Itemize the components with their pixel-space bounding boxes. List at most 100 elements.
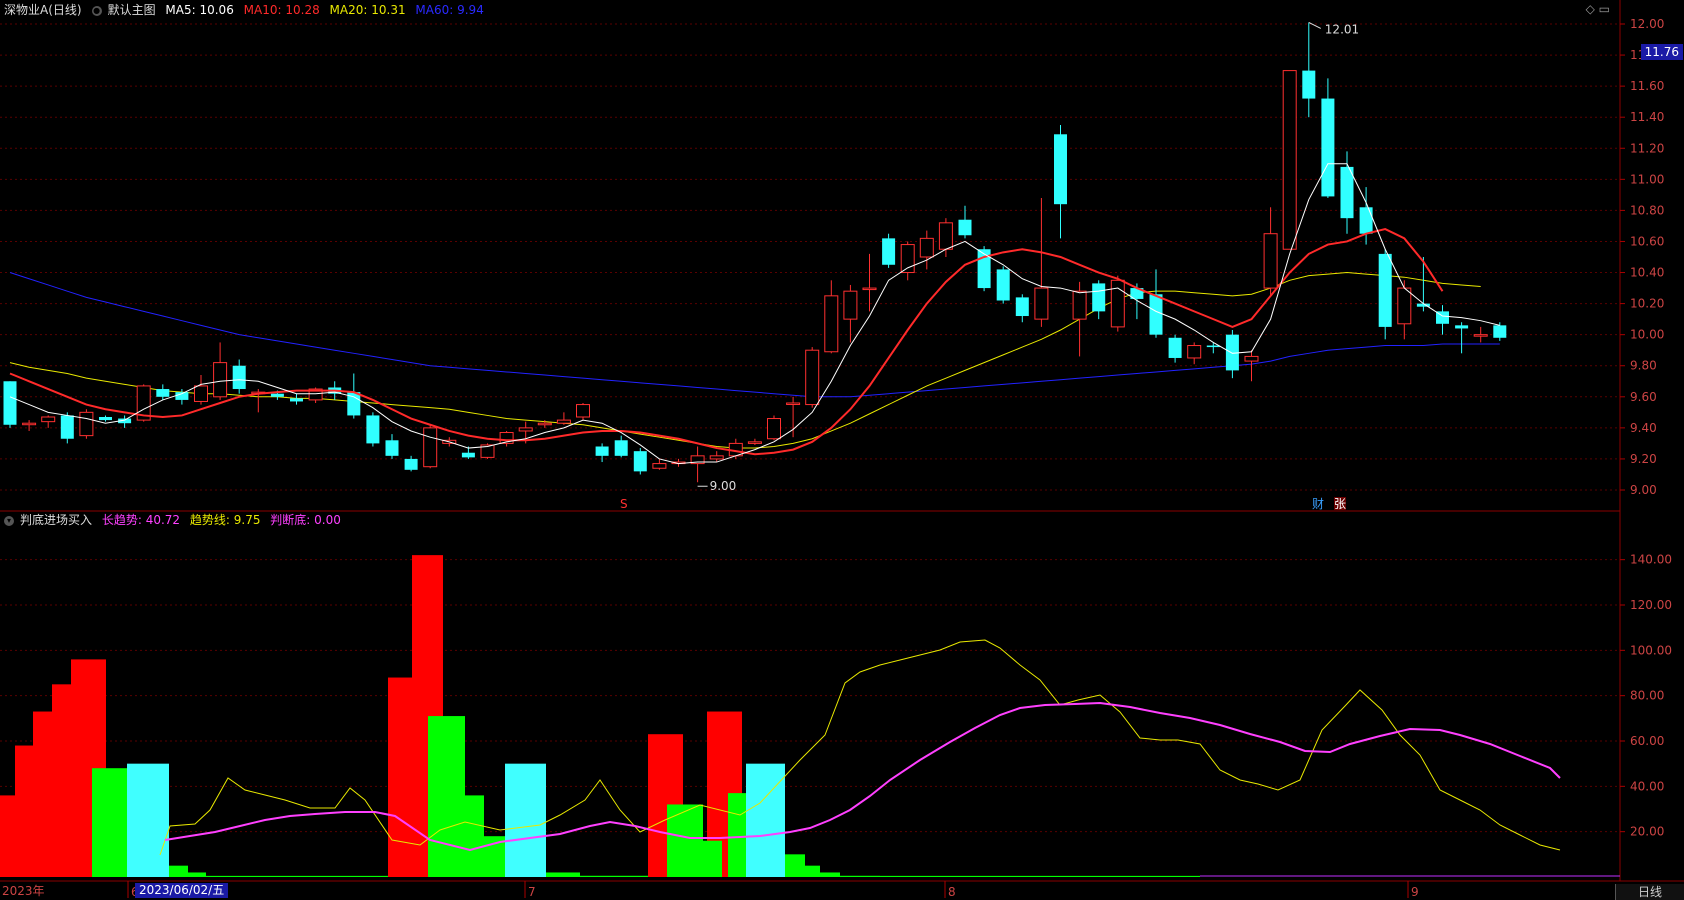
month-label: 7 xyxy=(528,885,536,899)
candle xyxy=(1282,70,1297,250)
candle xyxy=(1187,342,1202,365)
candle xyxy=(747,438,762,445)
indicator-bar xyxy=(703,840,722,877)
grid xyxy=(0,0,1684,882)
trend-line-label: 趋势线: 9.75 xyxy=(189,513,261,527)
price-tick-label: 11.40 xyxy=(1630,110,1664,124)
price-tick-label: 9.00 xyxy=(1630,483,1657,497)
candle xyxy=(385,434,399,459)
candle xyxy=(156,384,170,400)
candle xyxy=(576,403,590,421)
indicator-bar xyxy=(52,684,71,877)
low-annotation: 9.00 xyxy=(710,479,737,493)
indicator-bar xyxy=(667,804,703,877)
candlestick-series xyxy=(3,22,1507,483)
indicator-settings-icon[interactable]: ▾ xyxy=(4,515,14,526)
indicator-lines xyxy=(159,639,1620,877)
indicator-bar xyxy=(15,745,33,877)
current-price-tag: 11.76 xyxy=(1640,44,1683,60)
chart-canvas[interactable]: 12.0011.8011.6011.4011.2011.0010.8010.60… xyxy=(0,0,1684,900)
indicator-tick-label: 100.00 xyxy=(1630,643,1672,657)
price-tick-label: 9.80 xyxy=(1630,359,1657,373)
indicator-bar xyxy=(465,795,484,877)
candle xyxy=(1321,78,1335,198)
month-label: 9 xyxy=(1411,885,1419,899)
candle xyxy=(767,415,781,441)
candle xyxy=(1206,342,1220,354)
candle xyxy=(1302,22,1316,118)
candle xyxy=(290,393,303,405)
price-tick-label: 11.60 xyxy=(1630,79,1664,93)
candle xyxy=(1473,326,1488,343)
candle xyxy=(862,253,877,312)
period-button[interactable]: 日线 xyxy=(1615,884,1684,900)
indicator-tick-label: 80.00 xyxy=(1630,689,1664,703)
candle xyxy=(499,430,514,447)
diamond-icon[interactable]: ◇ xyxy=(1586,2,1595,16)
candle xyxy=(1149,269,1163,338)
indicator-tick-label: 140.00 xyxy=(1630,553,1672,567)
settings-icon[interactable]: ● xyxy=(91,5,102,16)
marker-cai[interactable]: 财 xyxy=(1312,497,1324,511)
panel-icon[interactable]: ▭ xyxy=(1599,2,1610,16)
price-tick-label: 9.60 xyxy=(1630,390,1657,404)
high-annotation: 12.01 xyxy=(1325,22,1359,36)
ma20-line xyxy=(9,272,1481,449)
indicator-bar xyxy=(188,872,206,877)
candle xyxy=(1092,280,1106,320)
indicator-bar xyxy=(785,854,805,877)
year-label: 2023年 xyxy=(2,884,45,898)
indicator-bar xyxy=(92,768,127,877)
window-controls[interactable]: ◇ ▭ xyxy=(1586,2,1610,16)
indicator-tick-label: 120.00 xyxy=(1630,598,1672,612)
indicator-bar xyxy=(746,763,785,877)
ma60-label: MA60: 9.94 xyxy=(415,3,484,17)
candle xyxy=(1110,275,1125,332)
candle xyxy=(882,233,896,268)
indicator-tick-label: 60.00 xyxy=(1630,734,1664,748)
candle xyxy=(824,280,839,354)
candle xyxy=(60,412,74,444)
candle xyxy=(690,446,705,483)
ma-lines xyxy=(9,163,1500,465)
candle xyxy=(1397,280,1412,340)
indicator-bar xyxy=(428,716,465,877)
candle xyxy=(22,420,37,431)
indicator-bar xyxy=(33,711,52,877)
indicator-bar xyxy=(0,795,15,877)
ma5-label: MA5: 10.06 xyxy=(165,3,234,17)
candle xyxy=(404,455,418,472)
indicator-bar xyxy=(127,763,169,877)
indicator-tick-label: 20.00 xyxy=(1630,825,1664,839)
candle xyxy=(1455,322,1469,354)
candle xyxy=(3,381,17,428)
candle xyxy=(213,342,228,400)
candle xyxy=(977,246,991,292)
candle xyxy=(614,435,628,458)
price-tick-label: 10.80 xyxy=(1630,203,1664,217)
price-tick-label: 12.00 xyxy=(1630,17,1664,31)
indicator-tick-label: 40.00 xyxy=(1630,779,1664,793)
marker-zhang[interactable]: 张 xyxy=(1334,497,1346,511)
indicator-bar xyxy=(840,875,1200,877)
symbol-label[interactable]: 深物业A(日线) xyxy=(4,3,82,17)
price-tick-label: 10.00 xyxy=(1630,328,1664,342)
candle xyxy=(900,241,915,281)
candle xyxy=(786,396,801,438)
marker-s[interactable]: S xyxy=(620,497,628,511)
candle xyxy=(919,230,934,270)
candle xyxy=(423,424,438,469)
cursor-date: 2023/06/02/五 xyxy=(135,883,229,898)
indicator-bar xyxy=(805,865,820,877)
indicator-bar xyxy=(388,677,412,877)
indicator-bars xyxy=(0,555,1200,877)
price-tick-label: 11.00 xyxy=(1630,172,1664,186)
candle xyxy=(1034,197,1049,327)
candle xyxy=(938,218,953,257)
mode-label[interactable]: 默认主图 xyxy=(108,3,156,17)
candle xyxy=(1015,294,1029,323)
indicator-bar xyxy=(820,872,840,877)
candle xyxy=(232,359,246,394)
candle xyxy=(1168,334,1182,363)
indicator-name[interactable]: 判底进场买入 xyxy=(20,513,92,527)
